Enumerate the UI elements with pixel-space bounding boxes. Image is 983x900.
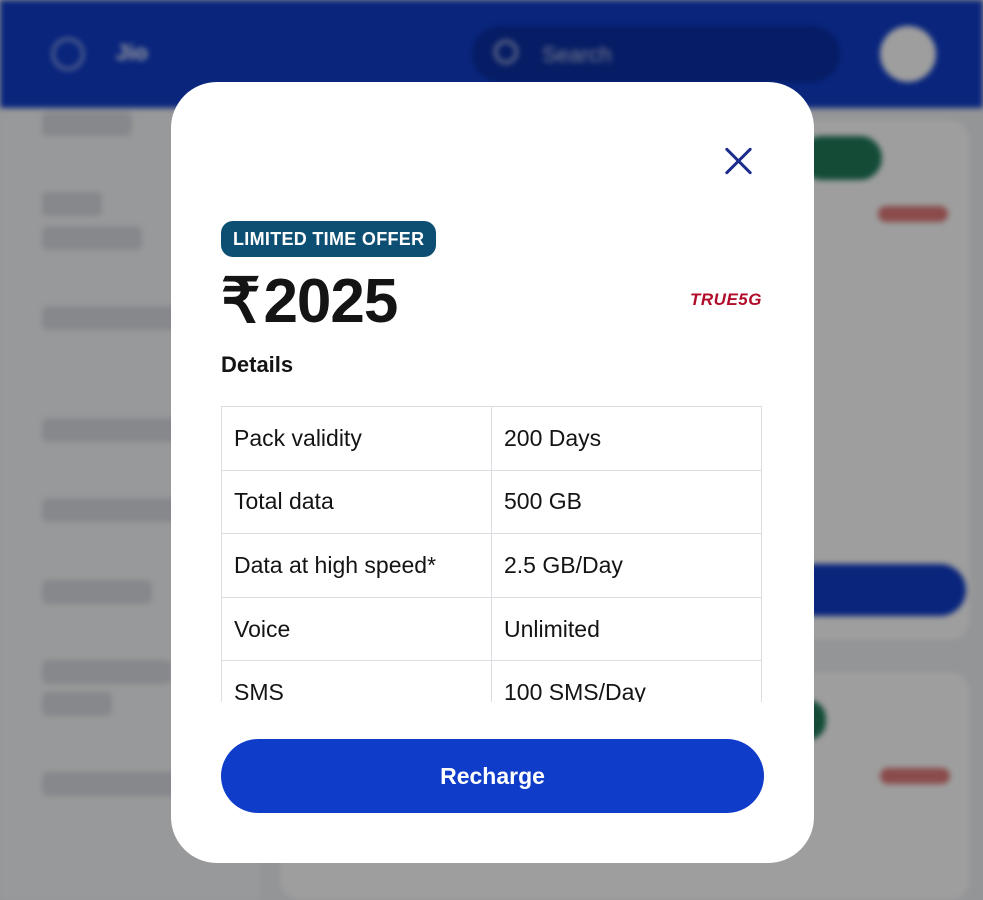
true5g-logo: TRUE5G (690, 290, 762, 309)
details-heading: Details (221, 352, 294, 377)
table-row: Total data 500 GB (221, 469, 762, 535)
detail-label: Pack validity (221, 406, 492, 471)
details-table-scroll[interactable]: Pack validity 200 Days Total data 500 GB… (221, 406, 762, 702)
detail-label: Voice (221, 596, 492, 662)
detail-value: 100 SMS/Day (491, 660, 762, 702)
recharge-button[interactable]: Recharge (221, 739, 764, 813)
detail-label: Data at high speed* (221, 533, 492, 598)
table-row: Data at high speed* 2.5 GB/Day (221, 533, 762, 598)
detail-label: Total data (221, 469, 492, 535)
price-amount: 2025 (263, 267, 398, 336)
detail-value: 2.5 GB/Day (491, 533, 762, 598)
table-row: Pack validity 200 Days (221, 406, 762, 471)
detail-value: 200 Days (491, 406, 762, 471)
detail-value: 500 GB (491, 469, 762, 535)
limited-offer-badge: LIMITED TIME OFFER (221, 221, 437, 257)
table-row: SMS 100 SMS/Day (221, 660, 762, 702)
details-table: Pack validity 200 Days Total data 500 GB… (221, 406, 762, 702)
currency-symbol: ₹ (221, 267, 260, 336)
detail-value: Unlimited (491, 596, 762, 662)
detail-label: SMS (221, 660, 492, 702)
plan-price: ₹2025 (221, 266, 398, 338)
table-row: Voice Unlimited (221, 596, 762, 662)
close-icon[interactable] (715, 138, 763, 186)
